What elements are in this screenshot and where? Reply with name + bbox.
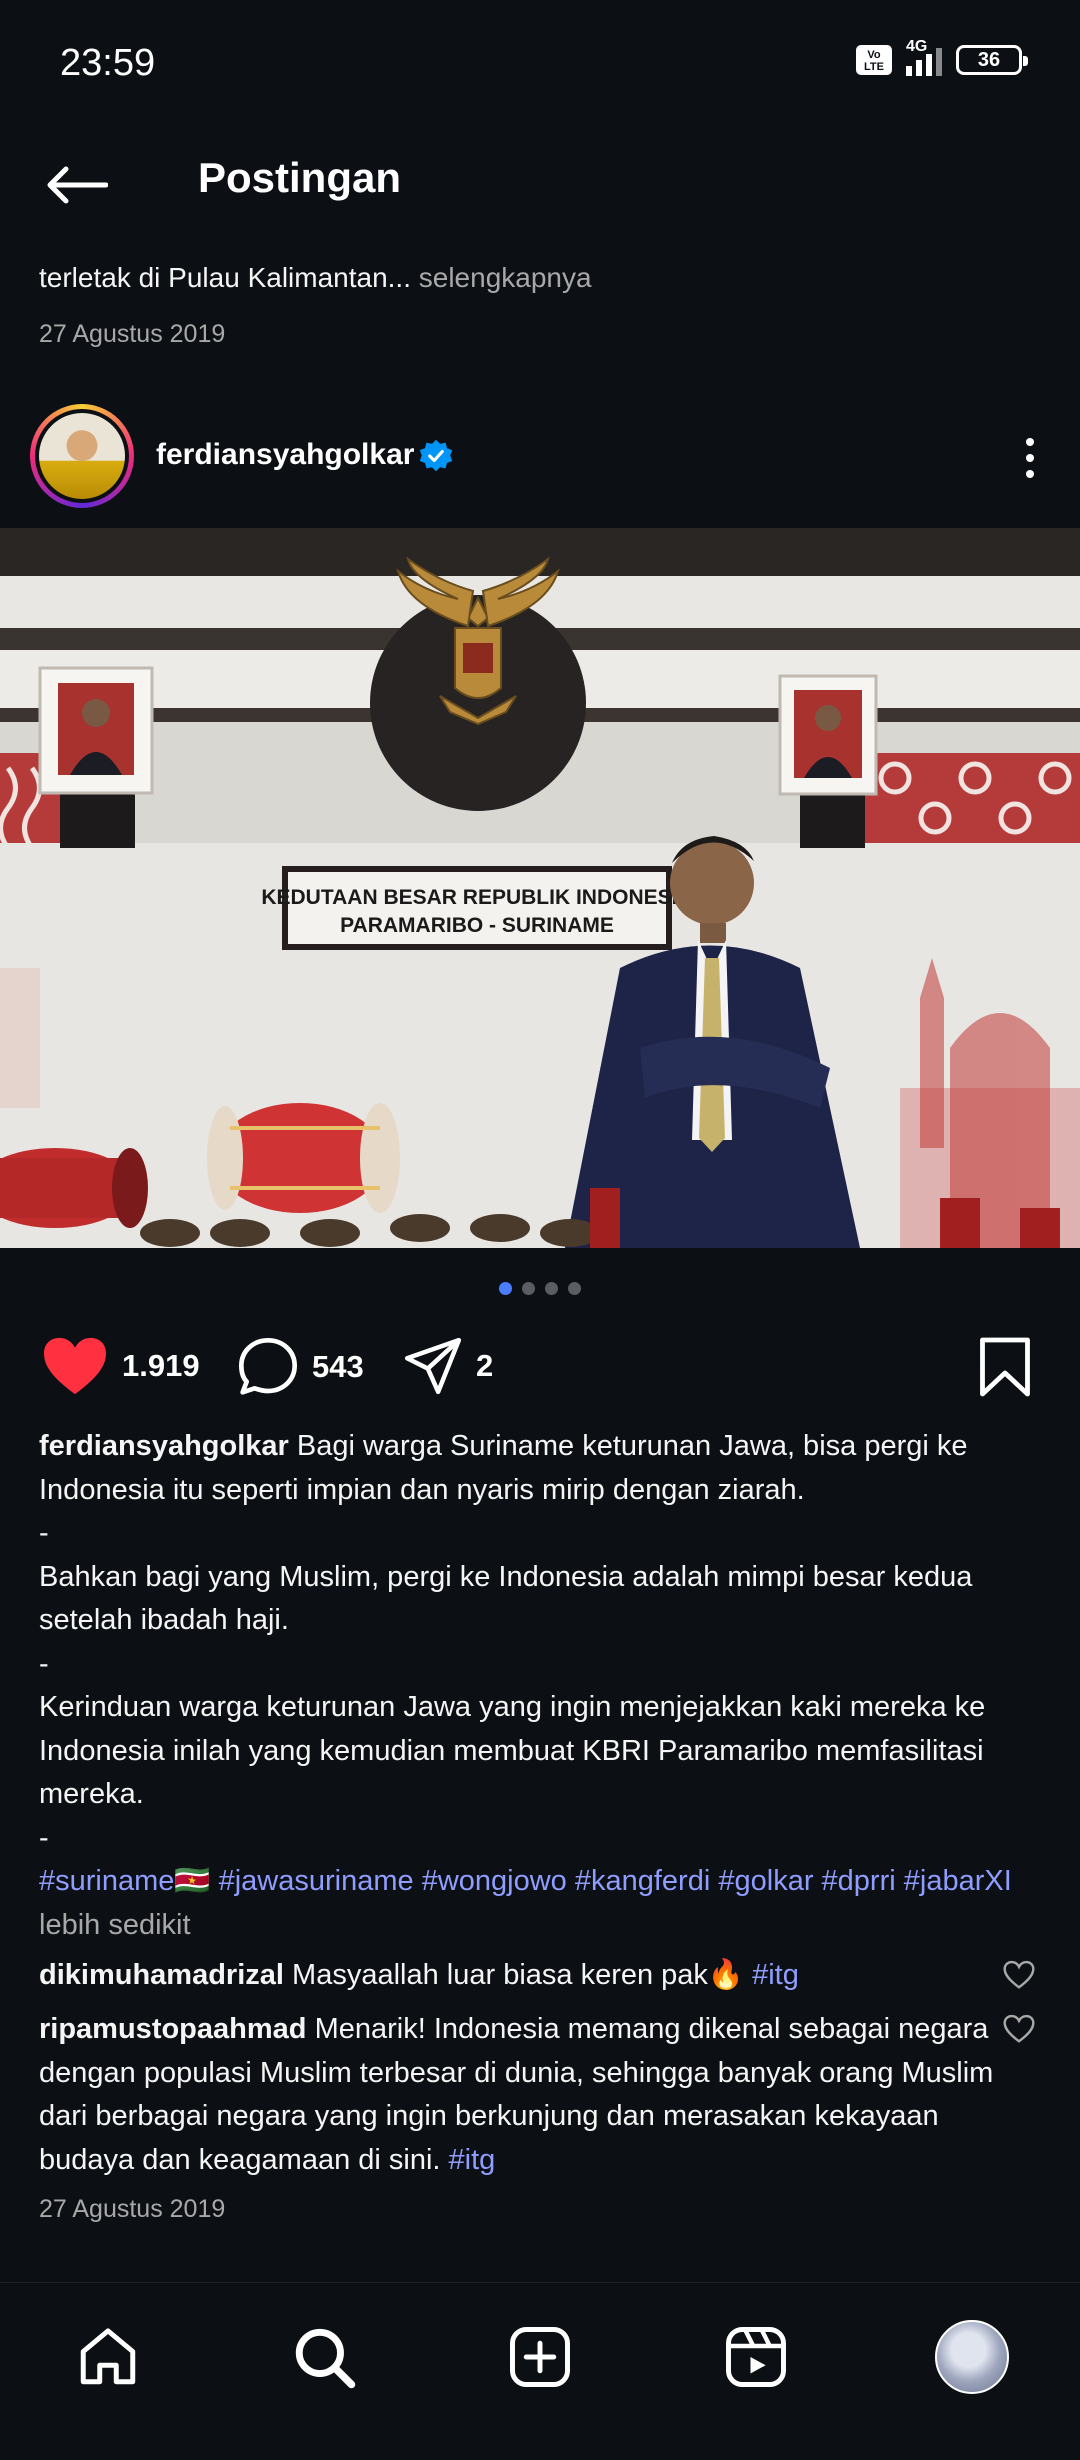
- network-type: 4G: [906, 38, 928, 55]
- signal-icon: 4G: [906, 38, 942, 76]
- action-bar: 1.919 543 2: [0, 1325, 1080, 1405]
- send-icon[interactable]: [402, 1335, 464, 1397]
- hashtag[interactable]: #jawasuriname: [219, 1865, 414, 1897]
- home-icon: [80, 2328, 136, 2385]
- caption-username[interactable]: ferdiansyahgolkar: [39, 1430, 289, 1462]
- more-link[interactable]: selengkapnya: [419, 262, 592, 293]
- share-action: 2: [402, 1335, 493, 1397]
- carousel-dot: [499, 1282, 512, 1295]
- previous-post-caption: terletak di Pulau Kalimantan... selengka…: [39, 262, 592, 294]
- comment-username[interactable]: ripamustopaahmad: [39, 2013, 307, 2045]
- post-caption: ferdiansyahgolkar Bagi warga Suriname ke…: [39, 1425, 1044, 1947]
- status-bar: 23:59 Vo LTE 4G 36: [0, 0, 1080, 130]
- hashtag[interactable]: #jabarXI: [904, 1865, 1012, 1897]
- comment-item: dikimuhamadrizal Masyaallah luar biasa k…: [39, 1954, 999, 1998]
- caption-separator: -: [39, 1821, 49, 1854]
- nav-home[interactable]: [68, 2317, 148, 2397]
- caption-text-3: Kerinduan warga keturunan Jawa yang ingi…: [39, 1691, 986, 1810]
- bottom-navigation: [0, 2282, 1080, 2460]
- hashtag[interactable]: #itg: [449, 2144, 496, 2176]
- carousel-dot: [545, 1282, 558, 1295]
- verified-badge-icon: [419, 439, 453, 472]
- bookmark-icon: [980, 1337, 1030, 1397]
- comment-text: Masyaallah luar biasa keren pak🔥: [292, 1959, 745, 1991]
- comment-item: ripamustopaahmad Menarik! Indonesia mema…: [39, 2008, 999, 2182]
- arrow-left-icon: [47, 166, 108, 204]
- more-options-icon[interactable]: [1000, 428, 1060, 488]
- post-username[interactable]: ferdiansyahgolkar: [156, 438, 414, 472]
- post-date: 27 Agustus 2019: [39, 2195, 226, 2223]
- hashtag[interactable]: #kangferdi: [575, 1865, 710, 1897]
- like-count[interactable]: 1.919: [122, 1348, 200, 1384]
- carousel-indicator: [0, 1282, 1080, 1295]
- caption-separator: -: [39, 1647, 49, 1680]
- flag-emoji: 🇸🇷: [174, 1865, 211, 1897]
- hashtag[interactable]: #wongjowo: [422, 1865, 567, 1897]
- embassy-sign-line2: PARAMARIBO - SURINAME: [340, 914, 614, 937]
- volte-icon: Vo LTE: [856, 45, 892, 75]
- hashtag[interactable]: #suriname: [39, 1865, 174, 1897]
- post-header: ferdiansyahgolkar: [0, 400, 1080, 515]
- previous-post-date: 27 Agustus 2019: [39, 320, 226, 348]
- heart-filled-icon[interactable]: [40, 1335, 110, 1397]
- battery-icon: 36: [956, 45, 1028, 75]
- nav-profile[interactable]: [932, 2317, 1012, 2397]
- post-photo: KEDUTAAN BESAR REPUBLIK INDONESIA PARAMA…: [0, 528, 1080, 1248]
- heart-outline-icon[interactable]: [1002, 2014, 1036, 2044]
- nav-create[interactable]: [500, 2317, 580, 2397]
- hashtag[interactable]: #itg: [752, 1959, 799, 1991]
- like-action: 1.919: [40, 1335, 200, 1397]
- reels-icon: [726, 2327, 786, 2387]
- comment-count[interactable]: 543: [312, 1349, 364, 1385]
- show-less-link[interactable]: lebih sedikit: [39, 1909, 191, 1941]
- caption-text-2: Bahkan bagi yang Muslim, pergi ke Indone…: [39, 1560, 973, 1637]
- save-button[interactable]: [978, 1337, 1032, 1402]
- carousel-dot: [568, 1282, 581, 1295]
- embassy-sign-line1: KEDUTAAN BESAR REPUBLIK INDONESIA: [261, 886, 692, 909]
- comment-username[interactable]: dikimuhamadrizal: [39, 1959, 284, 1991]
- hashtag[interactable]: #golkar: [718, 1865, 813, 1897]
- nav-search[interactable]: [284, 2317, 364, 2397]
- carousel-dot: [522, 1282, 535, 1295]
- nav-reels[interactable]: [716, 2317, 796, 2397]
- avatar[interactable]: [30, 404, 134, 508]
- page-title: Postingan: [198, 154, 402, 201]
- status-icons: Vo LTE 4G 36: [856, 38, 1028, 76]
- caption-separator: -: [39, 1517, 49, 1549]
- post-image[interactable]: KEDUTAAN BESAR REPUBLIK INDONESIA PARAMA…: [0, 528, 1080, 1248]
- status-time: 23:59: [60, 42, 156, 84]
- profile-avatar: [935, 2320, 1009, 2394]
- search-icon: [295, 2328, 356, 2389]
- heart-outline-icon[interactable]: [1002, 1960, 1036, 1990]
- create-icon: [510, 2327, 570, 2387]
- hashtag[interactable]: #dprri: [822, 1865, 896, 1897]
- share-count[interactable]: 2: [476, 1348, 493, 1384]
- previous-caption-text: terletak di Pulau Kalimantan...: [39, 262, 411, 293]
- comment-action: 543: [236, 1335, 364, 1399]
- comment-icon[interactable]: [236, 1335, 300, 1399]
- top-bar: Postingan: [0, 130, 1080, 240]
- back-button[interactable]: [36, 150, 116, 220]
